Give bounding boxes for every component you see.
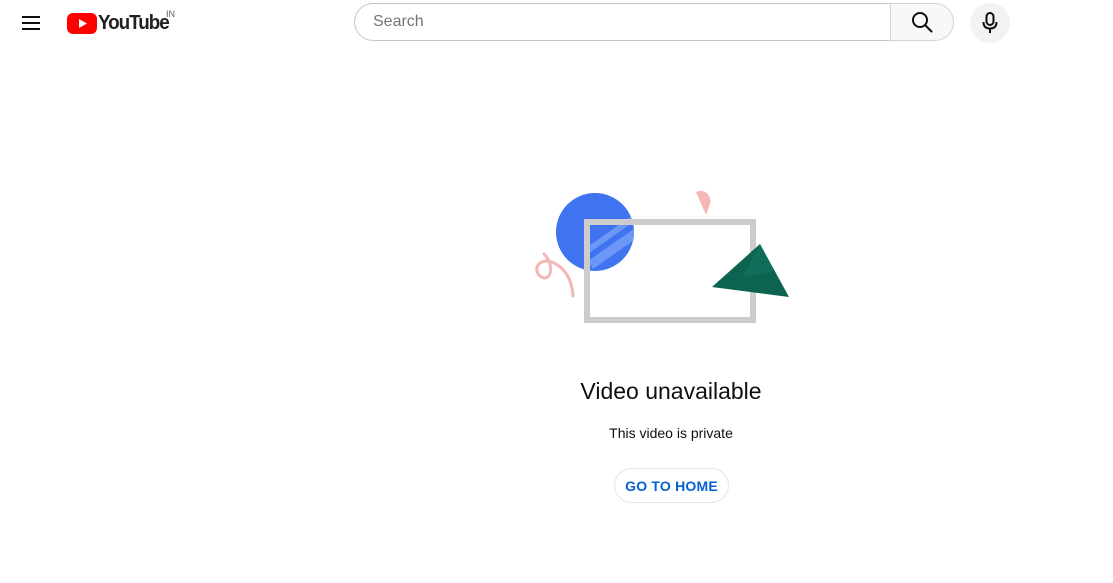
pink-squiggle-shape [535, 252, 575, 298]
go-to-home-button[interactable]: GO TO HOME [614, 468, 729, 503]
masthead: YouTube IN [0, 0, 1113, 46]
country-code: IN [166, 9, 175, 19]
error-title: Video unavailable [580, 378, 762, 404]
error-message: This video is private [609, 425, 733, 441]
video-unavailable-illustration [535, 190, 789, 323]
search-button[interactable] [890, 3, 954, 41]
search-box [354, 3, 890, 41]
pink-half-circle-shape [696, 190, 711, 215]
microphone-icon [982, 12, 998, 33]
youtube-play-logo-icon [67, 12, 97, 34]
search-icon [912, 12, 933, 33]
search-input[interactable] [371, 12, 890, 32]
guide-menu-button[interactable] [14, 5, 50, 41]
logo-wordmark: YouTube [98, 11, 170, 34]
voice-search-button[interactable] [970, 3, 1010, 43]
hamburger-menu-icon [22, 16, 40, 30]
youtube-logo-link[interactable]: YouTube [67, 9, 175, 37]
